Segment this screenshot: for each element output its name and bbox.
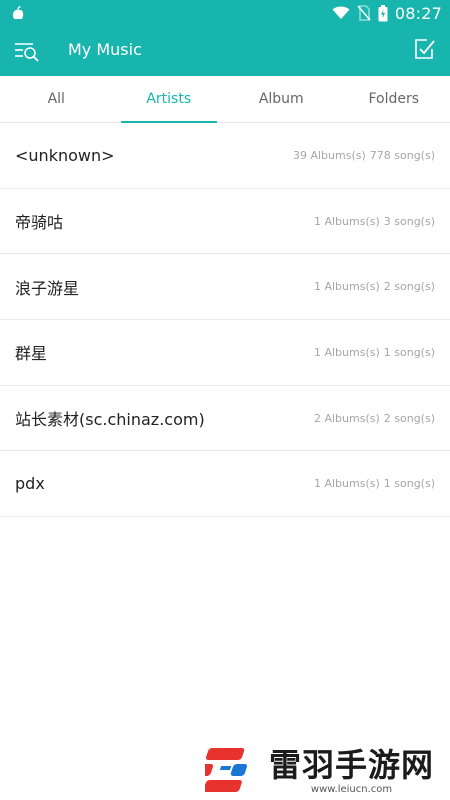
artist-meta: 2 Albums(s) 2 song(s) [314, 412, 435, 425]
album-count: 2 Albums(s) [313, 411, 380, 425]
artist-meta: 1 Albums(s) 3 song(s) [314, 215, 435, 228]
song-count: 2 song(s) [383, 411, 435, 425]
song-count: 3 song(s) [383, 214, 435, 228]
watermark-logo-icon [205, 748, 248, 792]
artist-name: 群星 [15, 344, 48, 364]
tab-folders[interactable]: Folders [338, 76, 450, 122]
list-item[interactable]: 浪子游星 1 Albums(s) 2 song(s) [0, 254, 450, 321]
album-count: 1 Albums(s) [313, 214, 380, 228]
tab-all[interactable]: All [0, 76, 113, 122]
watermark: 雷羽手游网 www.leiucn.com [205, 740, 450, 800]
battery-icon [378, 4, 388, 21]
menu-search-icon [15, 43, 39, 62]
artist-list: <unknown> 39 Albums(s) 778 song(s) 帝骑咕 1… [0, 123, 450, 518]
watermark-url: www.leiucn.com [310, 783, 393, 795]
song-count: 2 song(s) [383, 280, 435, 294]
song-count: 1 song(s) [383, 477, 435, 491]
wifi-icon [332, 6, 350, 19]
status-bar: 08:27 [0, 0, 450, 26]
artist-name: pdx [15, 474, 45, 494]
watermark-name: 雷羽手游网 [269, 745, 435, 784]
artist-name: <unknown> [15, 145, 115, 165]
artist-name: 帝骑咕 [15, 213, 64, 233]
edit-select-button[interactable] [414, 38, 436, 62]
artist-meta: 1 Albums(s) 2 song(s) [314, 280, 435, 293]
artist-meta: 39 Albums(s) 778 song(s) [293, 149, 435, 162]
list-item[interactable]: 帝骑咕 1 Albums(s) 3 song(s) [0, 189, 450, 255]
status-time: 08:27 [394, 3, 442, 23]
album-count: 39 Albums(s) [292, 148, 366, 162]
tab-bar: All Artists Album Folders [0, 76, 450, 123]
artist-meta: 1 Albums(s) 1 song(s) [314, 477, 435, 490]
list-item[interactable]: 群星 1 Albums(s) 1 song(s) [0, 320, 450, 386]
artist-meta: 1 Albums(s) 1 song(s) [314, 346, 435, 359]
tab-artists[interactable]: Artists [113, 76, 226, 123]
app-bar: My Music [0, 26, 450, 76]
tab-album[interactable]: Album [225, 76, 338, 122]
artist-name: 浪子游星 [15, 278, 80, 298]
edit-select-icon [415, 39, 435, 59]
no-sim-icon [357, 5, 371, 21]
page-title: My Music [68, 40, 142, 59]
list-item[interactable]: 站长素材(sc.chinaz.com) 2 Albums(s) 2 song(s… [0, 386, 450, 452]
menu-search-button[interactable] [14, 39, 40, 63]
album-count: 1 Albums(s) [313, 345, 380, 359]
album-count: 1 Albums(s) [313, 477, 380, 491]
artist-name: 站长素材(sc.chinaz.com) [15, 410, 205, 430]
list-item[interactable]: <unknown> 39 Albums(s) 778 song(s) [0, 123, 450, 189]
song-count: 1 song(s) [383, 345, 435, 359]
album-count: 1 Albums(s) [313, 280, 380, 294]
song-count: 778 song(s) [369, 148, 435, 162]
list-item[interactable]: pdx 1 Albums(s) 1 song(s) [0, 451, 450, 518]
app-notification-icon [12, 5, 24, 19]
